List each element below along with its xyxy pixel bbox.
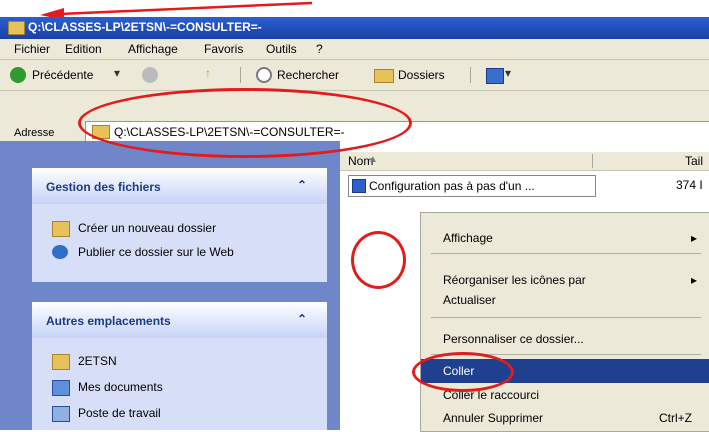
file-size: 374 I <box>676 178 703 192</box>
views-icon[interactable] <box>486 68 504 84</box>
document-icon <box>352 179 366 193</box>
menu-item-actualiser[interactable]: Actualiser <box>443 293 496 307</box>
title-bar: Q:\CLASSES-LP\2ETSN\-=CONSULTER=- <box>0 17 709 39</box>
menu-bar: Fichier Edition Affichage Favoris Outils… <box>0 39 709 60</box>
annotation-oval-address <box>78 88 412 158</box>
menu-separator <box>431 317 701 318</box>
menu-help[interactable]: ? <box>316 42 323 56</box>
menu-item-reorganiser[interactable]: Réorganiser les icônes par <box>443 273 586 287</box>
menu-affichage[interactable]: Affichage <box>128 42 178 56</box>
forward-arrow-icon[interactable] <box>142 67 158 83</box>
place-2etsn-link[interactable]: 2ETSN <box>78 354 117 368</box>
menu-item-personnaliser[interactable]: Personnaliser ce dossier... <box>443 332 584 346</box>
file-name[interactable]: Configuration pas à pas d'un ... <box>369 179 535 193</box>
web-globe-icon <box>52 245 68 259</box>
task-pane: Gestion des fichiers ⌃ Créer un nouveau … <box>0 141 340 430</box>
collapse-chevron-icon[interactable]: ⌃ <box>297 178 307 192</box>
column-divider[interactable] <box>592 154 593 168</box>
menu-item-annuler-supprimer[interactable]: Annuler Supprimer <box>443 411 543 425</box>
menu-outils[interactable]: Outils <box>266 42 297 56</box>
other-places-header[interactable]: Autres emplacements ⌃ <box>32 302 327 338</box>
submenu-arrow-icon: ▸ <box>691 231 698 245</box>
folders-icon[interactable] <box>374 69 394 83</box>
shortcut-label: Ctrl+Z <box>659 411 692 425</box>
back-arrow-icon[interactable] <box>10 67 26 83</box>
create-folder-link[interactable]: Créer un nouveau dossier <box>78 221 216 235</box>
column-header: Nom ▲ Tail <box>340 152 709 171</box>
menu-fichier[interactable]: Fichier <box>14 42 50 56</box>
back-button[interactable]: Précédente <box>32 68 93 82</box>
toolbar: Précédente ▾ ↑ Rechercher Dossiers ▾ <box>0 60 709 91</box>
publish-web-link[interactable]: Publier ce dossier sur le Web <box>78 245 234 259</box>
window-title: Q:\CLASSES-LP\2ETSN\-=CONSULTER=- <box>28 20 262 34</box>
submenu-arrow-icon: ▸ <box>691 273 698 287</box>
sort-caret-icon: ▲ <box>368 154 378 165</box>
other-places-panel: Autres emplacements ⌃ 2ETSN Mes document… <box>32 302 327 430</box>
folder-icon <box>8 21 25 35</box>
annotation-oval-coller <box>412 352 514 392</box>
computer-icon <box>52 406 70 422</box>
chevron-down-icon[interactable]: ▾ <box>505 66 511 80</box>
menu-edition[interactable]: Edition <box>65 42 102 56</box>
other-places-title: Autres emplacements <box>46 314 171 328</box>
toolbar-separator <box>240 67 241 83</box>
annotation-circle-cursor <box>351 231 406 289</box>
new-folder-icon <box>52 221 70 237</box>
column-size[interactable]: Tail <box>685 154 703 168</box>
search-button[interactable]: Rechercher <box>277 68 339 82</box>
file-tasks-title: Gestion des fichiers <box>46 180 161 194</box>
file-row[interactable]: Configuration pas à pas d'un ... <box>348 175 596 197</box>
file-tasks-header[interactable]: Gestion des fichiers ⌃ <box>32 168 327 204</box>
folder-icon <box>52 354 70 370</box>
toolbar-separator <box>470 67 471 83</box>
collapse-chevron-icon[interactable]: ⌃ <box>297 312 307 326</box>
menu-item-affichage[interactable]: Affichage <box>443 231 493 245</box>
address-label: Adresse <box>14 127 55 139</box>
documents-icon <box>52 380 70 396</box>
menu-favoris[interactable]: Favoris <box>204 42 243 56</box>
menu-separator <box>431 253 701 254</box>
my-computer-link[interactable]: Poste de travail <box>78 406 161 420</box>
file-tasks-panel: Gestion des fichiers ⌃ Créer un nouveau … <box>32 168 327 282</box>
up-folder-icon[interactable]: ↑ <box>205 66 211 80</box>
chevron-down-icon[interactable]: ▾ <box>114 66 120 80</box>
folders-button[interactable]: Dossiers <box>398 68 445 82</box>
search-icon[interactable] <box>256 67 272 83</box>
my-documents-link[interactable]: Mes documents <box>78 380 163 394</box>
context-menu: Affichage ▸ Réorganiser les icônes par ▸… <box>420 212 709 432</box>
